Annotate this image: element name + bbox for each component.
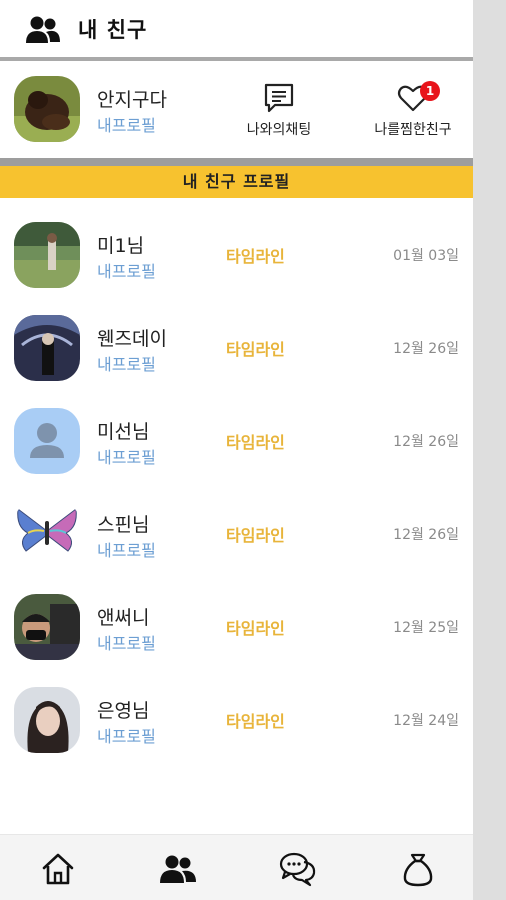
my-profile-link[interactable]: 내프로필 <box>97 112 156 136</box>
friend-profile-link[interactable]: 내프로필 <box>97 351 156 375</box>
friends-screen: 내 친구 안지구다 내프로필 나와의채팅 1 나를찜한친구 내 친구 프로필 미… <box>0 0 473 900</box>
friend-row[interactable]: 스핀님 내프로필 타임라인 12월 26일 <box>0 479 473 572</box>
self-chat-label: 나와의채팅 <box>246 122 312 138</box>
friend-avatar[interactable] <box>14 594 80 660</box>
friend-row[interactable]: 은영님 내프로필 타임라인 12월 24일 <box>0 665 473 758</box>
timeline-link[interactable]: 타임라인 <box>226 429 285 453</box>
friend-avatar[interactable] <box>14 501 80 567</box>
timeline-link[interactable]: 타임라인 <box>226 522 285 546</box>
scrollbar-track[interactable] <box>473 0 506 900</box>
notification-badge: 1 <box>420 81 440 101</box>
friend-date: 12월 26일 <box>393 434 459 450</box>
friend-name: 미1님 <box>97 235 145 257</box>
friend-name: 앤써니 <box>97 607 150 629</box>
divider <box>0 158 473 166</box>
chat-icon <box>264 83 294 113</box>
friend-row[interactable]: 웬즈데이 내프로필 타임라인 12월 26일 <box>0 293 473 386</box>
friend-profile-link[interactable]: 내프로필 <box>97 258 156 282</box>
friend-date: 12월 26일 <box>393 341 459 357</box>
friends-icon[interactable] <box>158 849 198 889</box>
friend-row[interactable]: 미1님 내프로필 타임라인 01월 03일 <box>0 200 473 293</box>
friend-profile-link[interactable]: 내프로필 <box>97 630 156 654</box>
friend-date: 12월 26일 <box>393 527 459 543</box>
my-avatar[interactable] <box>14 76 80 142</box>
bottom-navigation <box>0 834 473 900</box>
liked-me-label: 나를찜한친구 <box>374 122 452 138</box>
friend-name: 미선님 <box>97 421 150 443</box>
friends-icon <box>26 16 60 43</box>
friend-row[interactable]: 앤써니 내프로필 타임라인 12월 25일 <box>0 572 473 665</box>
friend-avatar[interactable] <box>14 315 80 381</box>
default-avatar-icon[interactable] <box>14 408 80 474</box>
friend-profile-link[interactable]: 내프로필 <box>97 537 156 561</box>
money-bag-icon[interactable] <box>398 849 438 889</box>
timeline-link[interactable]: 타임라인 <box>226 708 285 732</box>
liked-me-button[interactable]: 1 나를찜한친구 <box>365 81 461 139</box>
app-header: 내 친구 <box>0 0 473 58</box>
friend-date: 01월 03일 <box>393 248 459 264</box>
self-chat-button[interactable]: 나와의채팅 <box>232 81 326 139</box>
friend-date: 12월 24일 <box>393 713 459 729</box>
friend-name: 은영님 <box>97 700 150 722</box>
friend-name: 스핀님 <box>97 514 150 536</box>
friend-date: 12월 25일 <box>393 620 459 636</box>
my-profile-row[interactable]: 안지구다 내프로필 나와의채팅 1 나를찜한친구 <box>0 61 473 158</box>
timeline-link[interactable]: 타임라인 <box>226 336 285 360</box>
timeline-link[interactable]: 타임라인 <box>226 615 285 639</box>
friend-row[interactable]: 미선님 내프로필 타임라인 12월 26일 <box>0 386 473 479</box>
timeline-link[interactable]: 타임라인 <box>226 243 285 267</box>
friend-profile-link[interactable]: 내프로필 <box>97 444 156 468</box>
friend-name: 웬즈데이 <box>97 328 167 350</box>
friend-profile-link[interactable]: 내프로필 <box>97 723 156 747</box>
friend-avatar[interactable] <box>14 687 80 753</box>
home-icon[interactable] <box>38 849 78 889</box>
friend-avatar[interactable] <box>14 222 80 288</box>
my-name: 안지구다 <box>97 89 167 111</box>
chat-bubbles-icon[interactable] <box>278 849 318 889</box>
page-title: 내 친구 <box>78 18 148 42</box>
section-header: 내 친구 프로필 <box>0 166 473 198</box>
